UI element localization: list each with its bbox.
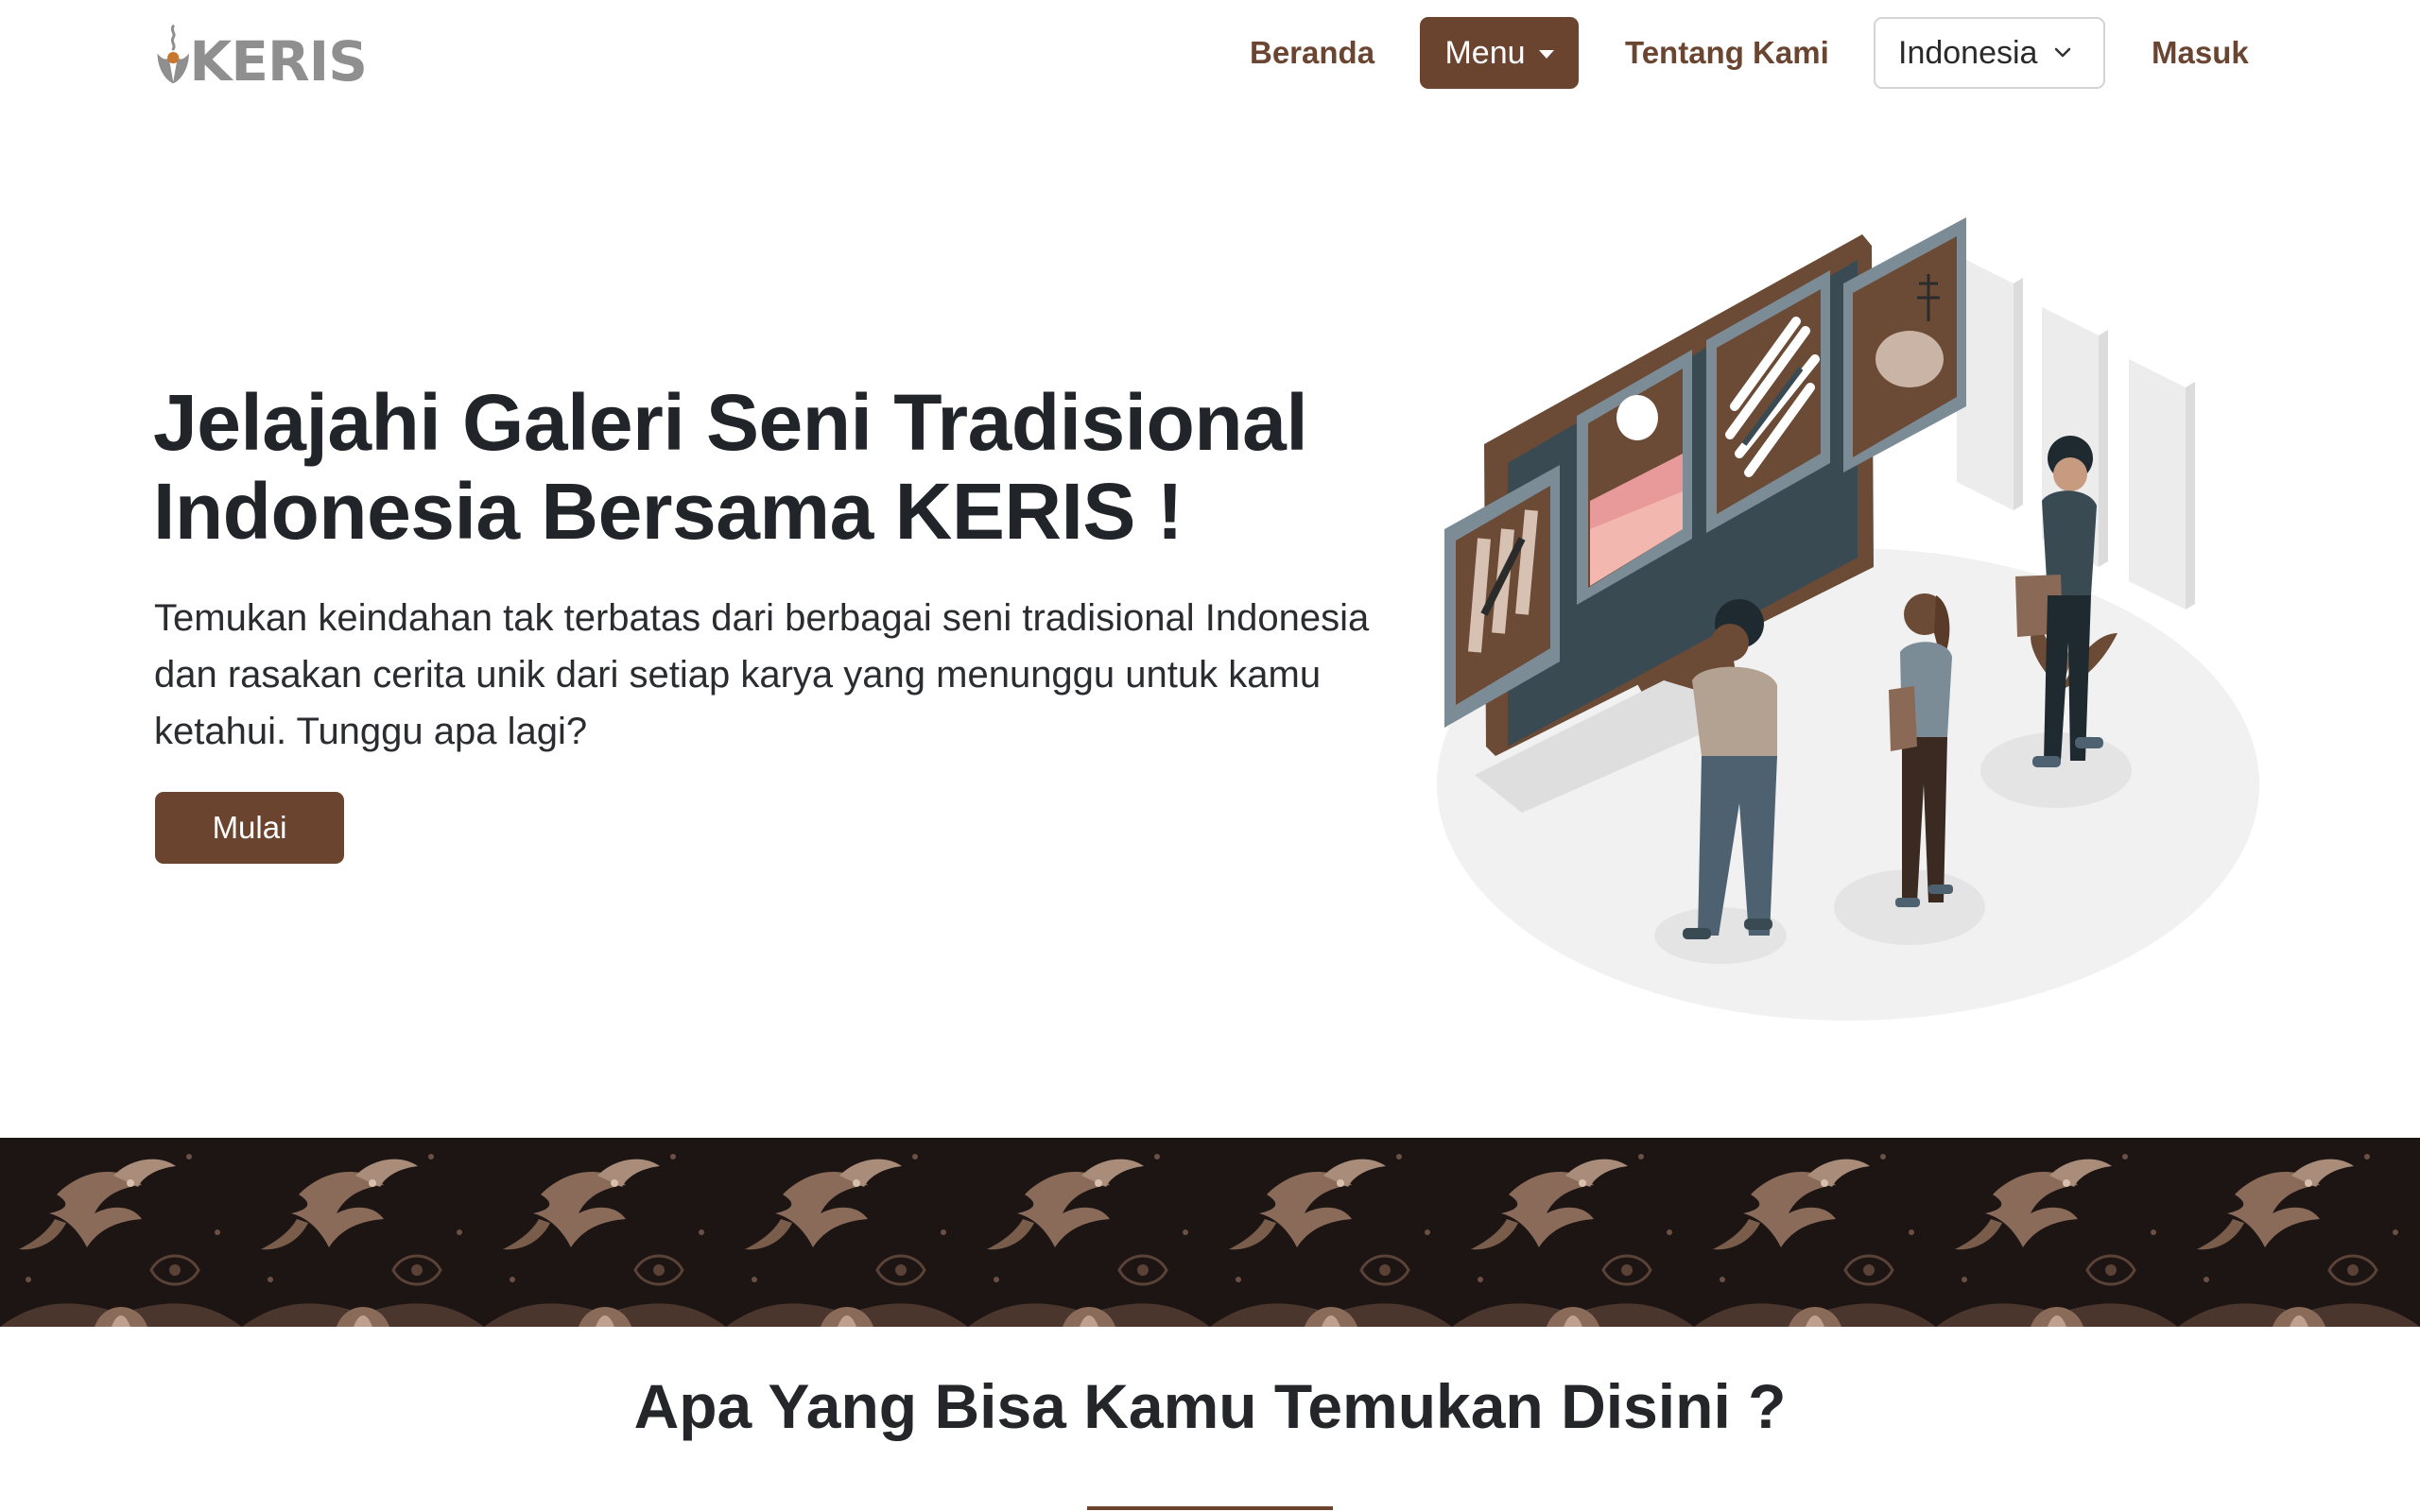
logo-text: KERIS [189, 29, 368, 94]
navbar: KERIS Beranda Menu Tentang Kami Indonesi… [0, 0, 2420, 108]
hero-subtitle: Temukan keindahan tak terbatas dari berb… [154, 597, 1370, 752]
language-select[interactable]: Indonesia [1874, 17, 2105, 89]
hero-illustration [1418, 217, 2269, 1030]
nav-masuk-link[interactable]: Masuk [2152, 17, 2249, 89]
caret-down-icon [1538, 49, 1554, 59]
page: KERIS Beranda Menu Tentang Kami Indonesi… [0, 0, 2420, 1512]
batik-banner [0, 1138, 2420, 1327]
section-title: Apa Yang Bisa Kamu Temukan Disini ? [633, 1371, 1787, 1441]
batik-pattern-image [0, 1138, 2420, 1327]
nav-beranda-link[interactable]: Beranda [1250, 17, 1374, 89]
chevron-down-icon [2055, 47, 2071, 58]
art-gallery-illustration [1437, 217, 2259, 1021]
hero-title: Jelajahi Galeri Seni Tradisional Indones… [153, 378, 1308, 556]
menu-label: Menu [1444, 34, 1526, 71]
nav-tentang-kami-link[interactable]: Tentang Kami [1625, 17, 1829, 89]
start-button[interactable]: Mulai [155, 792, 344, 864]
section-divider [1087, 1506, 1333, 1510]
logo[interactable]: KERIS [153, 15, 368, 94]
language-selected-value: Indonesia [1898, 34, 2038, 71]
menu-dropdown-button[interactable]: Menu [1420, 17, 1579, 89]
keris-dagger-icon [157, 25, 189, 84]
